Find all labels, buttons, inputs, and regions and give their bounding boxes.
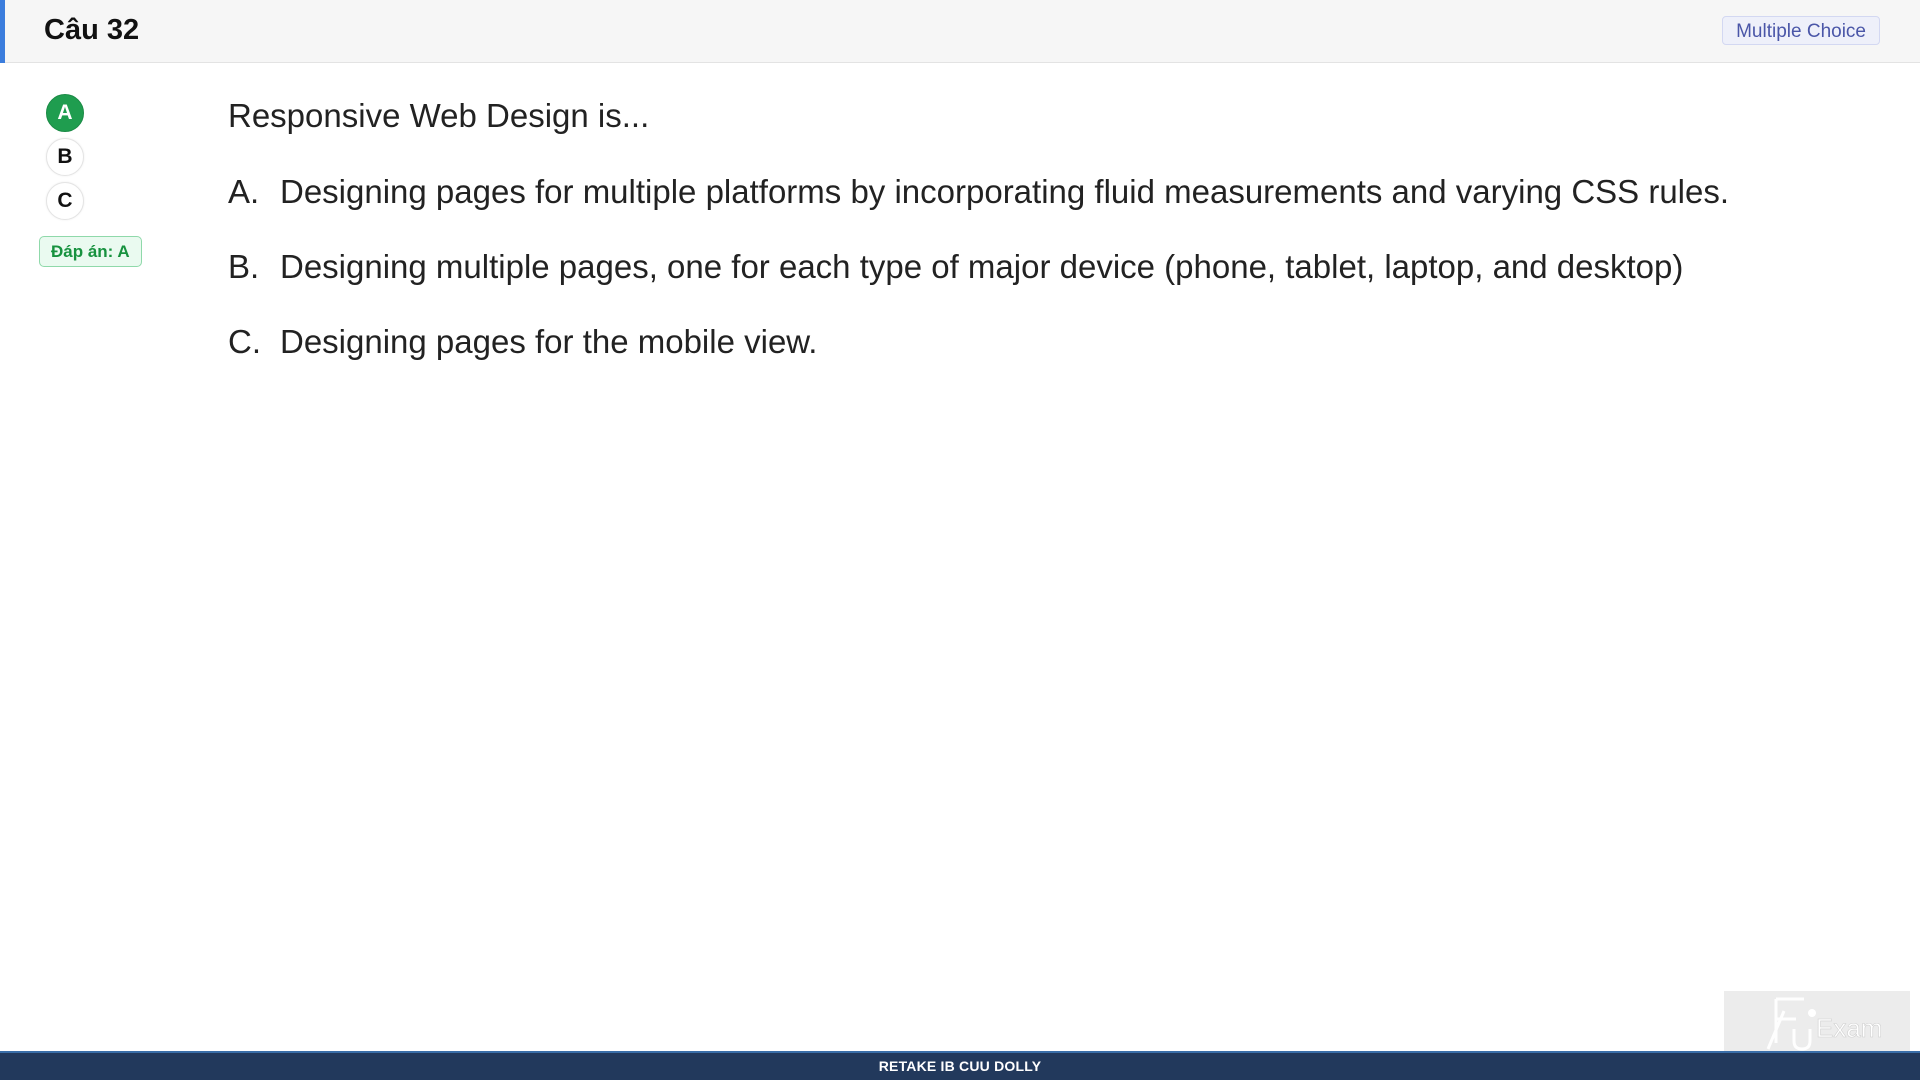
svg-text:Exam: Exam — [1816, 1013, 1882, 1043]
option-a-text: Designing pages for multiple platforms b… — [280, 173, 1730, 210]
footer-text: RETAKE IB CUU DOLLY — [878, 1058, 1042, 1074]
fu-exam-logo-icon: Exam — [1766, 997, 1883, 1051]
fu-exam-watermark: Exam — [1724, 991, 1910, 1051]
choice-selector: A B C — [46, 94, 86, 226]
option-a: A. Designing pages for multiple platforms… — [228, 168, 1868, 216]
option-b-letter: B. — [228, 248, 260, 285]
option-c-text: Designing pages for the mobile view. — [280, 323, 818, 360]
option-c-letter: C. — [228, 323, 261, 360]
question-stem: Responsive Web Design is... — [228, 97, 650, 134]
question-header: Câu 32 Multiple Choice — [0, 0, 1920, 63]
header-accent-bar — [0, 0, 5, 63]
answer-badge: Đáp án: A — [39, 236, 142, 267]
option-b: B. Designing multiple pages, one for each… — [228, 243, 1868, 291]
footer-bar: RETAKE IB CUU DOLLY — [0, 1051, 1920, 1080]
option-c: C. Designing pages for the mobile view. — [228, 318, 1868, 366]
choice-a-button[interactable]: A — [46, 94, 84, 132]
option-a-letter: A. — [228, 173, 260, 210]
choice-c-button[interactable]: C — [46, 182, 84, 220]
quiz-page: Câu 32 Multiple Choice A B C Đáp án: A R… — [0, 0, 1920, 1080]
question-title: Câu 32 — [44, 14, 140, 46]
question-type-badge: Multiple Choice — [1722, 16, 1880, 45]
option-b-text: Designing multiple pages, one for each t… — [280, 248, 1684, 285]
choice-b-button[interactable]: B — [46, 138, 84, 176]
question-content: Responsive Web Design is... A. Designing … — [228, 92, 1868, 393]
